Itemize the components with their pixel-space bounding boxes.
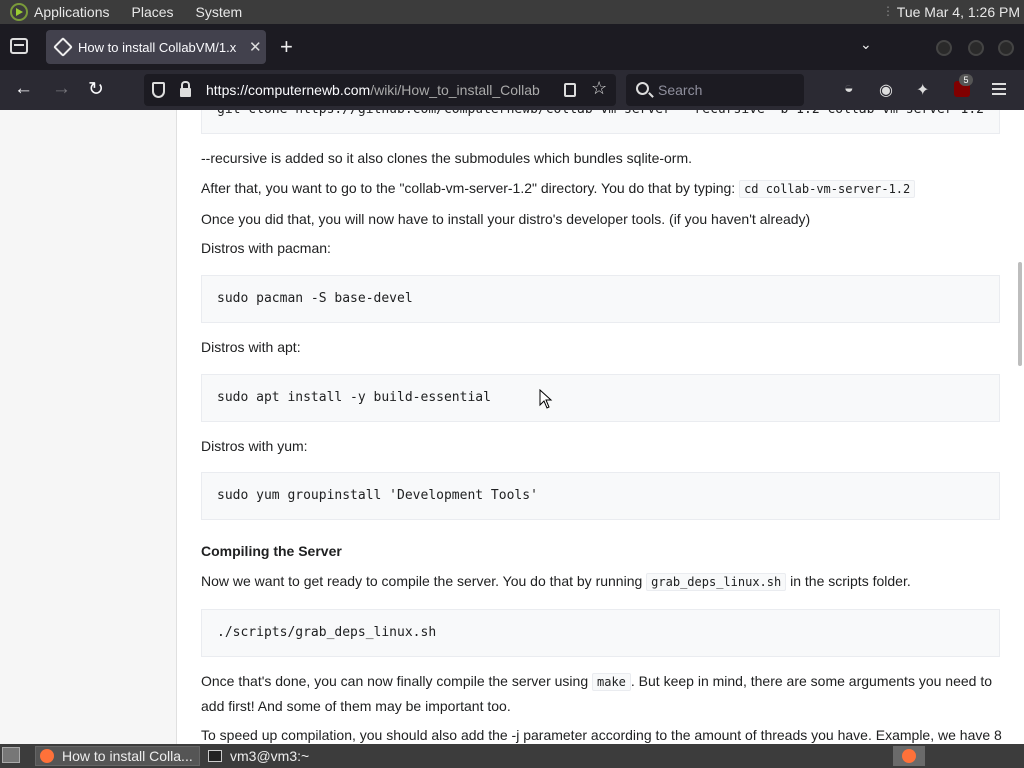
code-block-apt: sudo apt install -y build-essential	[201, 374, 1000, 422]
paragraph-yum: Distros with yum:	[201, 438, 308, 454]
top-panel: Applications Places System ⋮ Tue Mar 4, …	[0, 0, 1024, 24]
paragraph-ready-text-2: in the scripts folder.	[790, 573, 911, 589]
chevron-down-icon[interactable]: ⌄	[860, 36, 872, 53]
task-terminal-label: vm3@vm3:~	[230, 748, 310, 764]
pocket-icon[interactable]: ◒	[844, 80, 854, 98]
account-icon[interactable]: ◉	[879, 80, 893, 100]
code-block-git-clone: git clone https://github.com/computernew…	[201, 110, 1000, 134]
paragraph-after-that: After that, you want to go to the "colla…	[201, 180, 916, 198]
minimize-button[interactable]	[936, 40, 952, 56]
task-browser-label: How to install Colla...	[62, 748, 193, 764]
heading-compiling: Compiling the Server	[201, 543, 342, 559]
search-bar[interactable]: Search	[626, 74, 804, 106]
inline-code-make: make	[592, 673, 631, 691]
task-terminal[interactable]: vm3@vm3:~	[204, 746, 369, 766]
menu-places[interactable]: Places	[132, 4, 174, 20]
inline-code-cd: cd collab-vm-server-1.2	[739, 180, 916, 198]
panel-separator-icon: ⋮	[882, 4, 894, 18]
paragraph-done: Once that's done, you can now finally co…	[201, 673, 993, 691]
paragraph-done-text-1: Once that's done, you can now finally co…	[201, 673, 589, 689]
tab-close-icon[interactable]: ✕	[249, 38, 262, 56]
url-bar[interactable]: https://computernewb.com/wiki/How_to_ins…	[144, 74, 616, 106]
paragraph-ready: Now we want to get ready to compile the …	[201, 573, 911, 591]
back-icon[interactable]: ←	[14, 78, 33, 100]
distro-logo-icon[interactable]	[10, 3, 28, 21]
lock-icon[interactable]	[180, 81, 191, 97]
paragraph-ready-text-1: Now we want to get ready to compile the …	[201, 573, 643, 589]
url-text[interactable]: https://computernewb.com/wiki/How_to_ins…	[206, 82, 554, 98]
hamburger-menu-icon[interactable]	[992, 83, 1006, 95]
maximize-button[interactable]	[968, 40, 984, 56]
firefox-icon	[40, 749, 54, 763]
paragraph-once: Once you did that, you will now have to …	[201, 211, 811, 227]
search-placeholder: Search	[658, 82, 703, 98]
code-block-yum: sudo yum groupinstall 'Development Tools…	[201, 472, 1000, 520]
tab-title: How to install CollabVM/1.x	[78, 39, 237, 55]
bookmark-star-icon[interactable]: ☆	[591, 78, 607, 99]
menu-applications[interactable]: Applications	[34, 4, 110, 20]
taskbar: How to install Colla... vm3@vm3:~	[0, 744, 1024, 768]
site-favicon-icon	[53, 37, 73, 57]
paragraph-after-that-text: After that, you want to go to the "colla…	[201, 180, 736, 196]
scrollbar-thumb[interactable]	[1018, 262, 1022, 366]
page-content: git clone https://github.com/computernew…	[0, 110, 1024, 744]
clock[interactable]: Tue Mar 4, 1:26 PM	[897, 4, 1020, 20]
navigation-bar: ← → ↻ https://computernewb.com/wiki/How_…	[0, 70, 1024, 110]
tray-firefox-icon	[902, 749, 916, 763]
inline-code-grab-deps: grab_deps_linux.sh	[646, 573, 787, 591]
paragraph-recursive: --recursive is added so it also clones t…	[201, 150, 693, 166]
code-block-pacman: sudo pacman -S base-devel	[201, 275, 1000, 323]
terminal-icon	[208, 750, 222, 762]
forward-icon[interactable]: →	[52, 78, 71, 100]
tracking-protection-icon[interactable]	[152, 82, 165, 98]
extensions-icon[interactable]: ✦	[916, 80, 929, 100]
search-icon	[636, 82, 649, 95]
extension-badge: 5	[959, 74, 973, 86]
mouse-cursor-icon	[539, 389, 553, 409]
close-window-button[interactable]	[998, 40, 1014, 56]
new-tab-icon[interactable]: +	[280, 34, 293, 60]
code-block-scripts: ./scripts/grab_deps_linux.sh	[201, 609, 1000, 657]
tab-bar: How to install CollabVM/1.x ✕ + ⌄	[0, 24, 1024, 70]
task-browser[interactable]: How to install Colla...	[35, 746, 200, 766]
tab-list-icon[interactable]	[10, 38, 28, 54]
tab-active[interactable]: How to install CollabVM/1.x ✕	[46, 30, 266, 64]
paragraph-done-text-2: . But keep in mind, there are some argum…	[630, 673, 993, 689]
wiki-sidebar	[0, 110, 177, 744]
paragraph-pacman: Distros with pacman:	[201, 240, 331, 256]
menu-system[interactable]: System	[196, 4, 243, 20]
show-desktop-icon[interactable]	[2, 747, 20, 763]
paragraph-apt: Distros with apt:	[201, 339, 301, 355]
reader-view-icon[interactable]	[564, 83, 576, 97]
reload-icon[interactable]: ↻	[88, 78, 104, 101]
tray-firefox[interactable]	[893, 746, 925, 766]
paragraph-speed: To speed up compilation, you should also…	[201, 727, 1002, 743]
paragraph-done-line-2: add first! And some of them may be impor…	[201, 698, 511, 714]
